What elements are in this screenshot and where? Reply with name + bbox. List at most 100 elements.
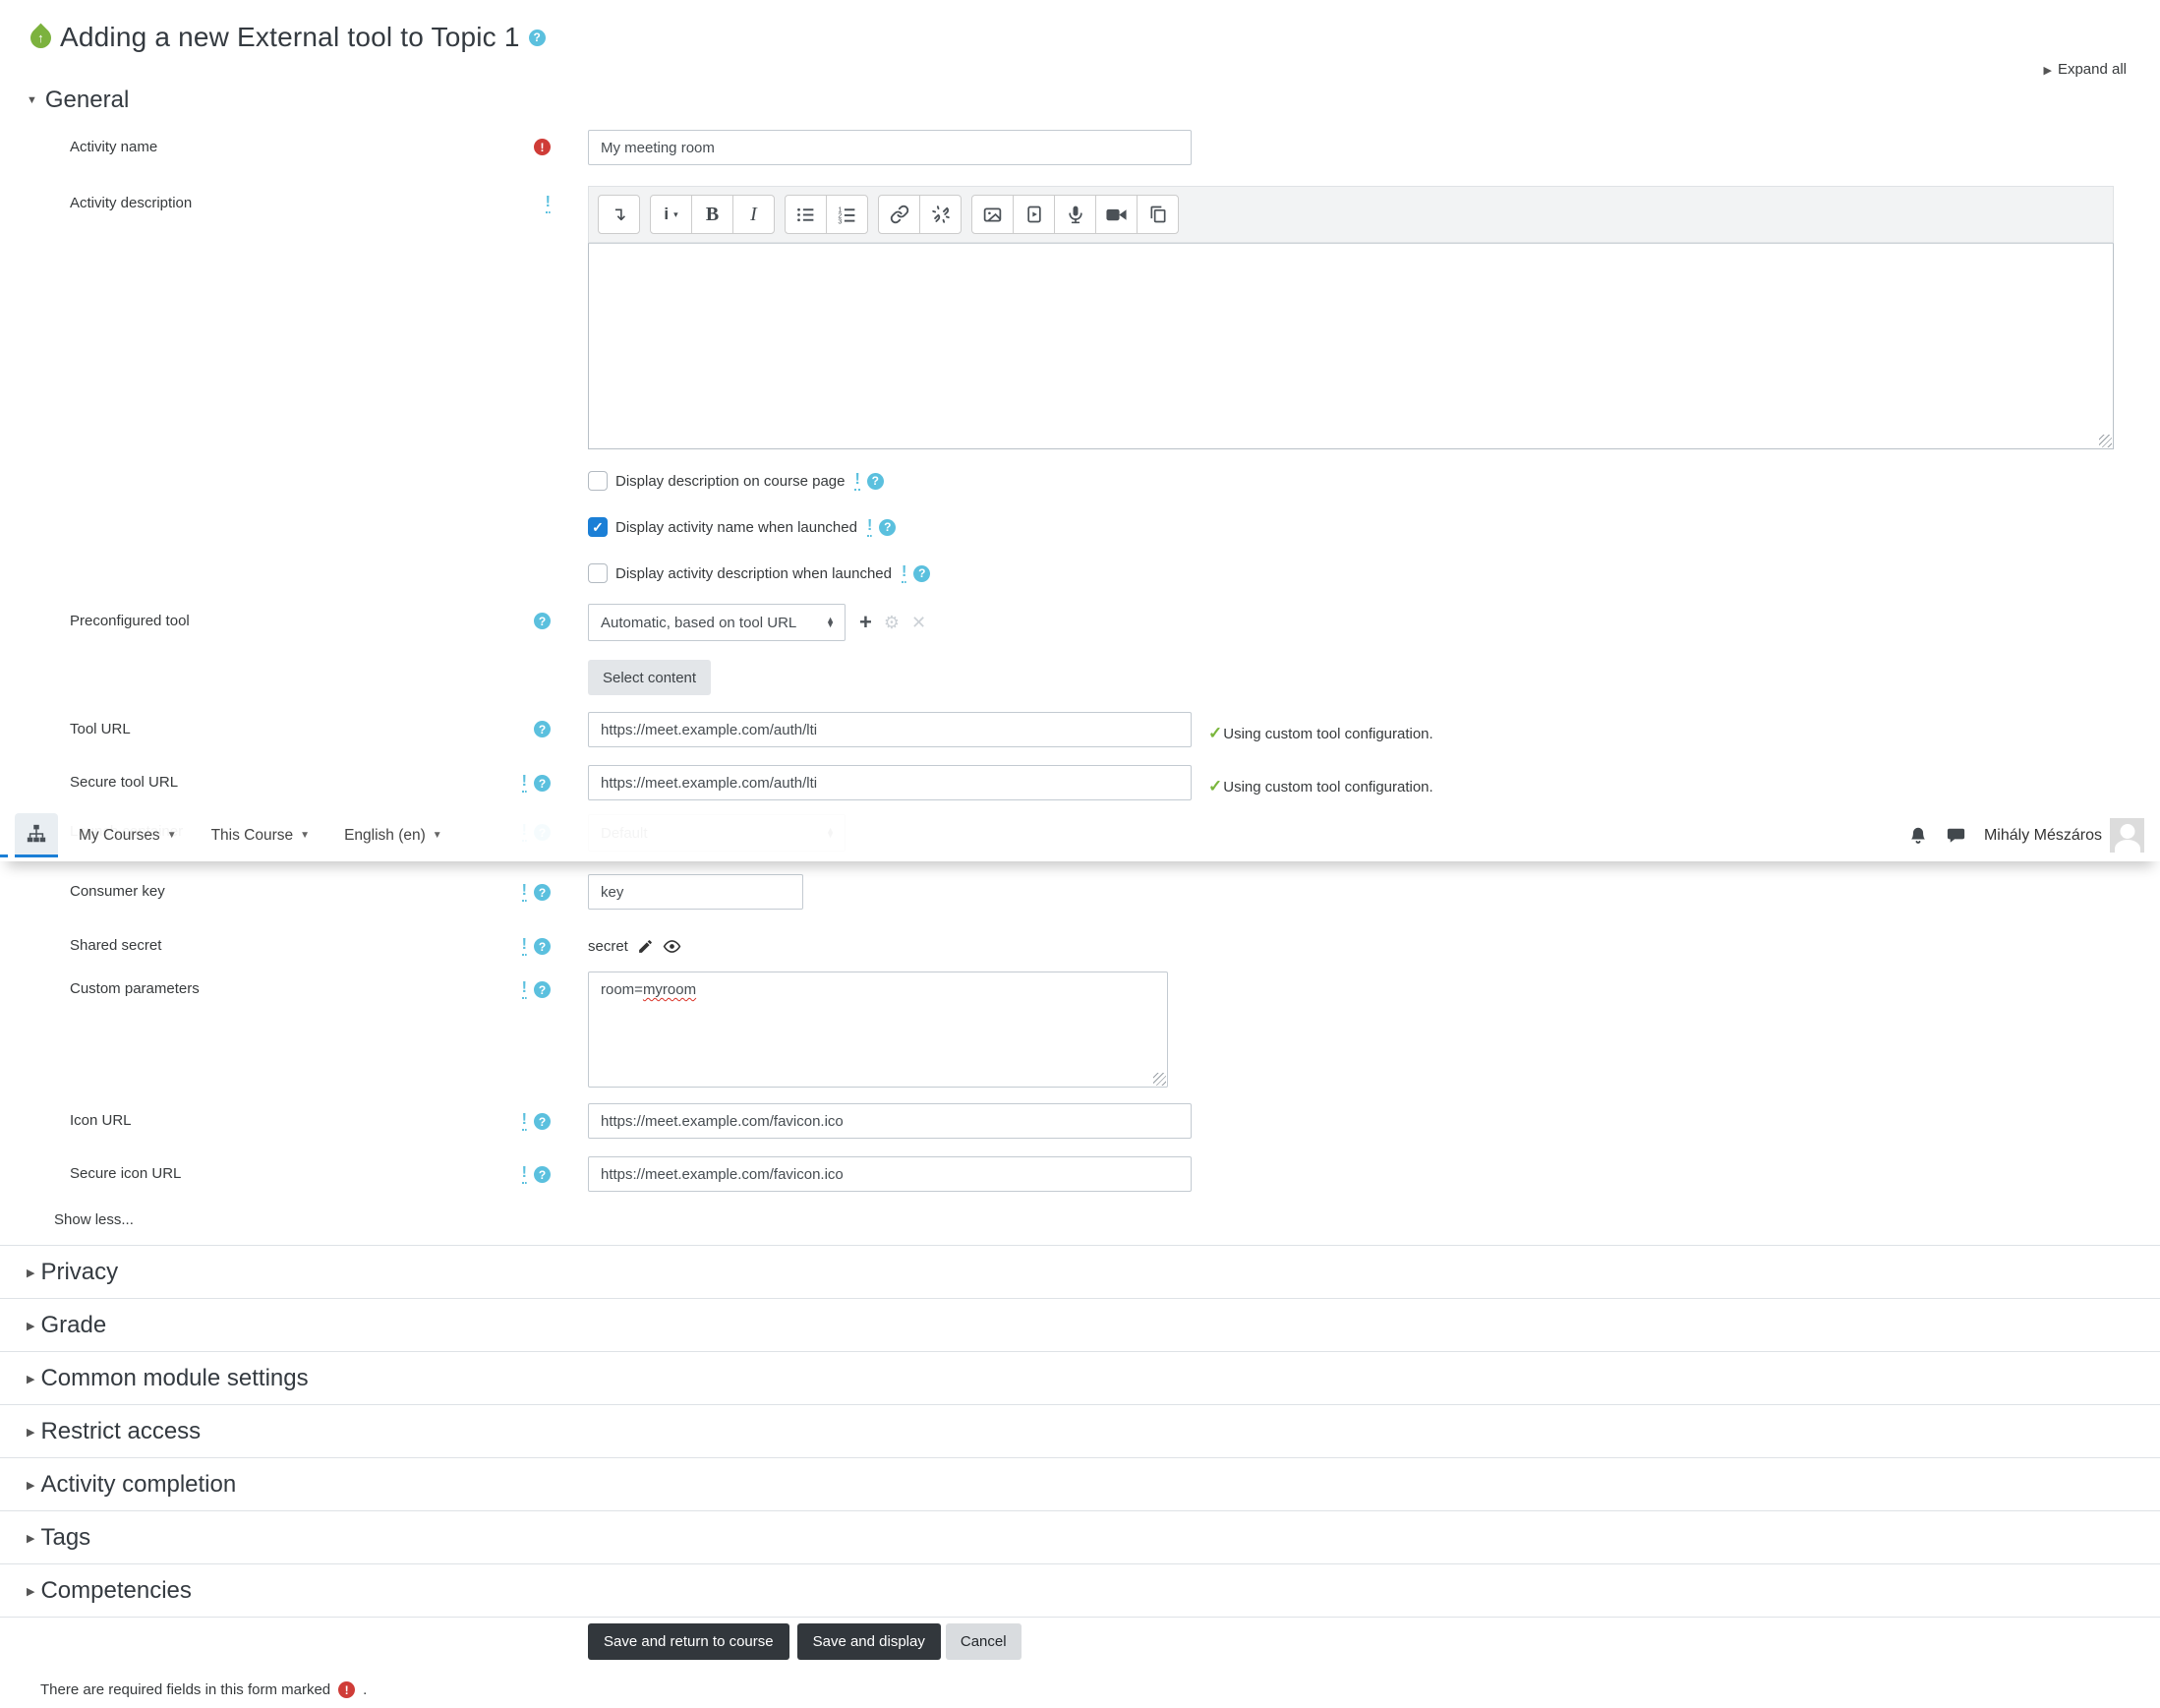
external-tool-activity-icon: ↑ [26, 23, 56, 52]
ordered-list-icon[interactable]: 1 2 3 [826, 195, 868, 234]
warning-icon[interactable]: ! [866, 517, 873, 537]
warning-icon[interactable]: ! [521, 1112, 527, 1131]
shared-secret-row: Shared secret !? secret [0, 930, 2160, 956]
section-activity-completion[interactable]: ▶ Activity completion [0, 1457, 2160, 1510]
messages-chat-icon[interactable] [1945, 824, 1967, 847]
save-and-return-button[interactable]: Save and return to course [588, 1623, 789, 1660]
display-activity-description-label: Display activity description when launch… [615, 564, 892, 582]
secure-tool-url-label: Secure tool URL [70, 774, 179, 791]
icon-url-input[interactable] [588, 1103, 1192, 1139]
user-menu[interactable]: Mihály Mészáros [1984, 827, 2102, 845]
help-icon[interactable]: ? [534, 884, 551, 901]
section-competencies[interactable]: ▶ Competencies [0, 1563, 2160, 1617]
show-less-link[interactable]: Show less... [54, 1211, 134, 1228]
section-restrict-access[interactable]: ▶ Restrict access [0, 1404, 2160, 1457]
paragraph-styles-icon[interactable]: i ▾ [650, 195, 692, 234]
record-video-icon[interactable] [1095, 195, 1138, 234]
warning-icon[interactable]: ! [521, 937, 527, 956]
consumer-key-input[interactable] [588, 874, 803, 910]
preconfigured-tool-select[interactable]: Automatic, based on tool URL ▲ ▼ [588, 604, 846, 641]
sitemap-nav-button[interactable] [15, 813, 58, 857]
notifications-bell-icon[interactable] [1907, 825, 1929, 847]
warning-icon[interactable]: ! [521, 980, 527, 999]
warning-icon[interactable]: ! [521, 774, 527, 793]
display-activity-name-checkbox[interactable]: ✓ [588, 517, 608, 537]
nav-my-courses[interactable]: My Courses ▼ [79, 827, 177, 845]
help-icon[interactable]: ? [534, 938, 551, 955]
collapse-toolbar-icon[interactable]: ↴ [598, 195, 640, 234]
show-secret-eye-icon[interactable] [663, 937, 681, 956]
help-icon[interactable]: ? [534, 613, 551, 629]
help-icon[interactable]: ? [528, 29, 546, 46]
chevron-right-icon: ▶ [27, 1585, 35, 1598]
section-common-module-settings[interactable]: ▶ Common module settings [0, 1351, 2160, 1404]
section-tags[interactable]: ▶ Tags [0, 1510, 2160, 1563]
tool-url-input[interactable] [588, 712, 1192, 747]
save-and-display-button[interactable]: Save and display [796, 1623, 941, 1660]
chevron-down-icon: ▼ [432, 830, 442, 841]
edit-pencil-icon[interactable] [637, 938, 654, 955]
secure-icon-url-input[interactable] [588, 1156, 1192, 1192]
italic-icon[interactable]: I [732, 195, 775, 234]
unlink-icon[interactable] [919, 195, 962, 234]
rich-text-editor: ↴ i ▾ B I 1 2 3 [588, 186, 2114, 449]
warning-icon[interactable]: ! [521, 883, 527, 902]
warning-icon[interactable]: ! [854, 471, 860, 491]
help-icon[interactable]: ? [913, 564, 931, 582]
nav-language[interactable]: English (en) ▼ [344, 827, 442, 845]
tool-url-label: Tool URL [70, 721, 131, 737]
insert-media-icon[interactable] [1013, 195, 1055, 234]
bold-icon[interactable]: B [691, 195, 733, 234]
unordered-list-icon[interactable] [785, 195, 827, 234]
select-content-button[interactable]: Select content [588, 660, 712, 695]
section-grade[interactable]: ▶ Grade [0, 1298, 2160, 1351]
add-tool-icon[interactable]: + [859, 612, 872, 633]
link-icon[interactable] [878, 195, 920, 234]
help-icon[interactable]: ? [879, 518, 897, 536]
help-icon[interactable]: ? [534, 775, 551, 792]
sitemap-icon [27, 824, 46, 843]
nav-edge-button[interactable] [0, 813, 8, 857]
sticky-navbar: My Courses ▼ This Course ▼ English (en) ▼ M… [0, 809, 2160, 861]
warning-icon[interactable]: ! [521, 1165, 527, 1184]
misspelled-word: myroom [642, 981, 697, 998]
section-privacy[interactable]: ▶ Privacy [0, 1245, 2160, 1298]
editor-content-area[interactable] [588, 243, 2114, 449]
expand-all-link[interactable]: ▶ Expand all [2043, 61, 2127, 78]
nav-this-course[interactable]: This Course ▼ [211, 827, 310, 845]
section-general-header[interactable]: ▼ General [27, 87, 2160, 114]
textarea-resize-handle[interactable] [1153, 1073, 1166, 1086]
activity-name-input[interactable] [588, 130, 1192, 165]
custom-parameters-label: Custom parameters [70, 980, 200, 997]
display-activity-description-checkbox[interactable] [588, 563, 608, 583]
help-icon[interactable]: ? [866, 472, 884, 490]
warning-icon[interactable]: ! [901, 563, 907, 583]
insert-image-icon[interactable] [971, 195, 1014, 234]
activity-description-row: Activity description ! ↴ i ▾ B I 1 2 3 [0, 186, 2160, 449]
required-icon: ! [338, 1681, 356, 1698]
activity-description-label: Activity description [70, 195, 193, 211]
required-fields-note: There are required fields in this form m… [40, 1681, 368, 1698]
tool-url-status: ✓ Using custom tool configuration. [1208, 724, 1433, 742]
secure-tool-url-status: ✓ Using custom tool configuration. [1208, 777, 1433, 795]
secure-tool-url-input[interactable] [588, 765, 1192, 800]
warning-icon[interactable]: ! [545, 195, 551, 213]
avatar[interactable] [2110, 818, 2144, 853]
chevron-right-icon: ▶ [27, 1320, 35, 1332]
display-description-checkbox[interactable] [588, 471, 608, 491]
custom-parameters-textarea[interactable]: room=myroom [588, 972, 1168, 1088]
manage-files-icon[interactable] [1137, 195, 1179, 234]
editor-resize-handle[interactable] [2099, 435, 2112, 447]
help-icon[interactable]: ? [534, 721, 551, 737]
activity-name-label: Activity name [70, 139, 158, 155]
help-icon[interactable]: ? [534, 1113, 551, 1130]
help-icon[interactable]: ? [534, 1166, 551, 1183]
chevron-right-icon: ▶ [2043, 65, 2052, 77]
secure-icon-url-label: Secure icon URL [70, 1165, 182, 1182]
record-audio-icon[interactable] [1054, 195, 1096, 234]
display-description-label: Display description on course page [615, 472, 846, 490]
cancel-button[interactable]: Cancel [945, 1623, 1022, 1660]
svg-text:3: 3 [838, 218, 842, 224]
help-icon[interactable]: ? [534, 981, 551, 998]
form-actions: Save and return to course Save and displ… [588, 1623, 2160, 1660]
